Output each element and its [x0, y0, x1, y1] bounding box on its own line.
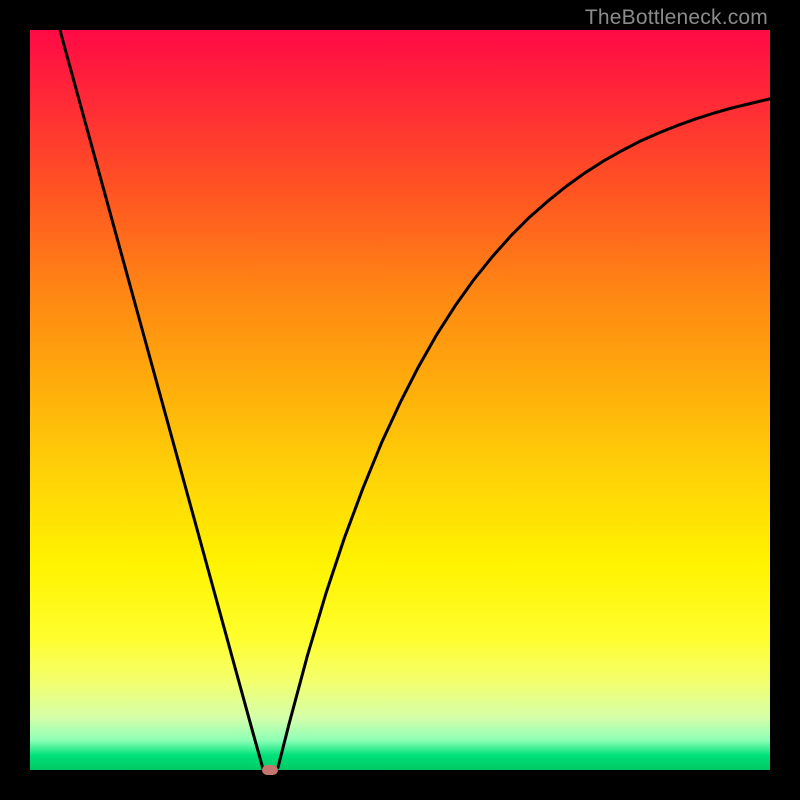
- chart-frame: TheBottleneck.com: [0, 0, 800, 800]
- curve-left-branch: [60, 30, 271, 770]
- minimum-marker: [262, 765, 278, 775]
- plot-area: [30, 30, 770, 770]
- curve-svg: [30, 30, 770, 770]
- watermark-text: TheBottleneck.com: [585, 6, 768, 30]
- curve-right-branch: [271, 99, 771, 770]
